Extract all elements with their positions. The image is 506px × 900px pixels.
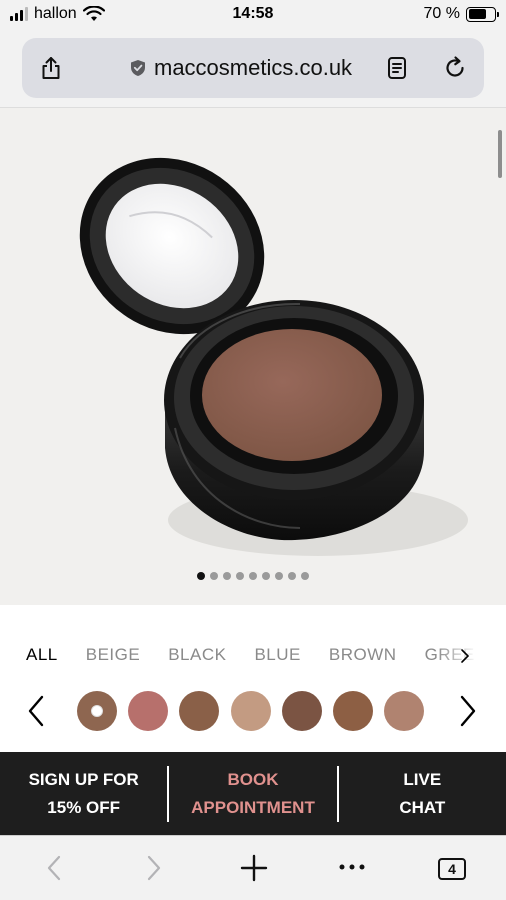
address-bar[interactable]: maccosmetics.co.uk	[22, 38, 484, 98]
eyeshadow-compact-image	[79, 157, 468, 556]
carousel-dot[interactable]	[236, 572, 244, 580]
carousel-dot[interactable]	[223, 572, 231, 580]
promo-action-bar: SIGN UP FOR 15% OFF BOOK APPOINTMENT LIV…	[0, 752, 506, 835]
shade-swatch[interactable]	[282, 691, 322, 731]
signup-line-1: SIGN UP FOR	[28, 769, 139, 789]
browser-top-bar: maccosmetics.co.uk	[0, 30, 506, 108]
status-bar: hallon 14:58 70 %	[0, 0, 506, 30]
shade-swatch[interactable]	[179, 691, 219, 731]
filter-tab-blue[interactable]: BLUE	[254, 645, 300, 665]
next-shade-arrow[interactable]	[456, 694, 480, 728]
tabs-icon[interactable]: 4	[438, 858, 466, 880]
carousel-dot[interactable]	[197, 572, 205, 580]
back-icon[interactable]	[44, 854, 64, 882]
shield-icon	[131, 60, 145, 76]
url-domain: maccosmetics.co.uk	[154, 55, 353, 80]
browser-bottom-bar: 4	[0, 835, 506, 900]
filter-tab-brown[interactable]: BROWN	[329, 645, 397, 665]
product-image[interactable]	[0, 108, 506, 605]
shade-swatches	[0, 690, 506, 734]
shade-swatch[interactable]	[384, 691, 424, 731]
carousel-dot[interactable]	[301, 572, 309, 580]
image-carousel-dots[interactable]	[0, 572, 506, 580]
chat-line-2: CHAT	[399, 797, 446, 817]
more-icon[interactable]	[338, 862, 366, 872]
shade-swatch[interactable]	[231, 691, 271, 731]
shade-swatch[interactable]	[77, 691, 117, 731]
book-line-1: BOOK	[227, 769, 279, 789]
filter-tab-all[interactable]: ALL	[26, 645, 58, 665]
scroll-indicator	[498, 130, 502, 178]
selected-indicator	[91, 705, 103, 717]
carousel-dot[interactable]	[275, 572, 283, 580]
filter-tab-beige[interactable]: BEIGE	[86, 645, 140, 665]
screen: hallon 14:58 70 % maccosmetics.co.uk ALL…	[0, 0, 506, 900]
live-chat-button[interactable]: LIVE CHAT	[339, 766, 506, 822]
prev-shade-arrow[interactable]	[24, 694, 48, 728]
shade-filter-section: ALLBEIGEBLACKBLUEBROWNGREE	[0, 605, 506, 752]
shade-swatch[interactable]	[128, 691, 168, 731]
signup-offer-button[interactable]: SIGN UP FOR 15% OFF	[0, 766, 167, 822]
book-appointment-button[interactable]: BOOK APPOINTMENT	[169, 766, 336, 822]
book-line-2: APPOINTMENT	[191, 797, 315, 817]
chat-line-1: LIVE	[403, 769, 442, 789]
color-family-tabs: ALLBEIGEBLACKBLUEBROWNGREE	[26, 645, 503, 665]
tabs-fade	[436, 639, 506, 669]
reload-icon[interactable]	[442, 55, 468, 81]
filter-tab-black[interactable]: BLACK	[168, 645, 226, 665]
carousel-dot[interactable]	[288, 572, 296, 580]
share-icon[interactable]	[38, 55, 64, 81]
carousel-dot[interactable]	[210, 572, 218, 580]
battery-percent: 70 %	[423, 5, 460, 22]
chevron-right-icon[interactable]	[460, 648, 470, 664]
status-right: 70 %	[423, 5, 499, 23]
carousel-dot[interactable]	[249, 572, 257, 580]
reader-icon[interactable]	[386, 56, 408, 80]
forward-icon[interactable]	[144, 854, 164, 882]
carousel-dot[interactable]	[262, 572, 270, 580]
battery-icon	[466, 6, 499, 22]
plus-icon[interactable]	[240, 854, 268, 882]
url-display[interactable]: maccosmetics.co.uk	[130, 55, 352, 81]
signup-line-2: 15% OFF	[47, 797, 121, 817]
shade-swatch[interactable]	[333, 691, 373, 731]
